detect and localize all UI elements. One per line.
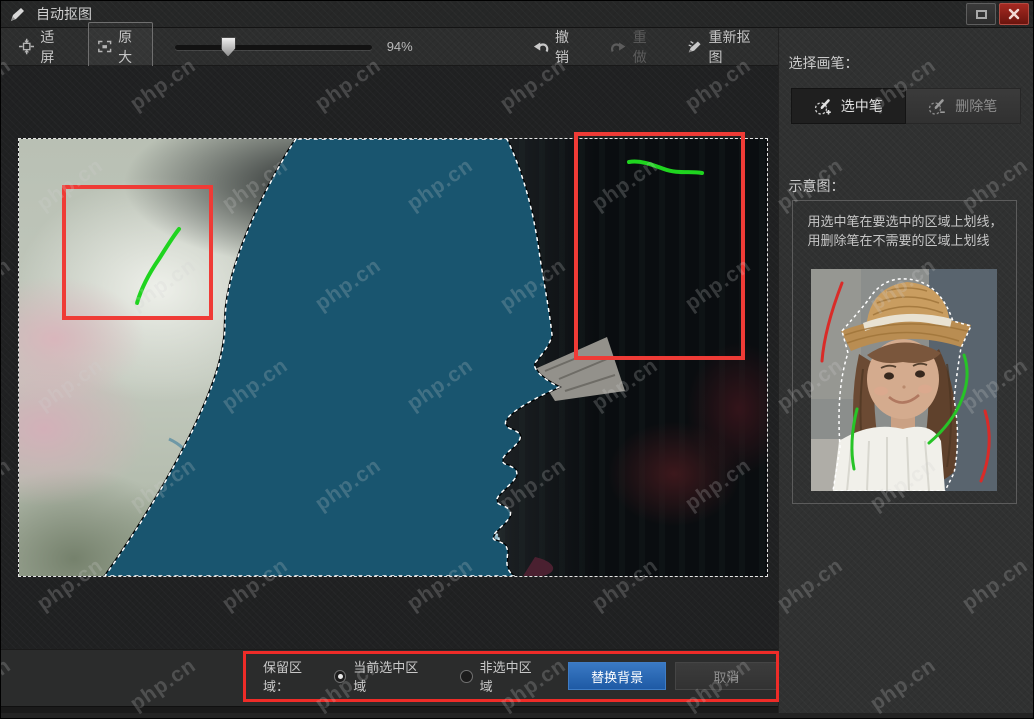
fit-screen-label: 适屏 (40, 27, 65, 67)
redo-label: 重做 (633, 27, 658, 67)
pen-buttons: 选中笔 删除笔 (791, 88, 1021, 124)
brush-section-label: 选择画笔： (789, 53, 859, 73)
radio-current-selected-label: 当前选中区域 (353, 657, 428, 695)
instruction-text: 用选中笔在要选中的区域上划线，用删除笔在不需要的区域上划线 (793, 201, 1016, 251)
example-box: 用选中笔在要选中的区域上划线，用删除笔在不需要的区域上划线 (792, 200, 1017, 504)
delete-pen-label: 删除笔 (955, 96, 997, 116)
redo-button[interactable]: 重做 (602, 23, 666, 71)
example-girl-illustration (811, 269, 997, 491)
delete-pen-button[interactable]: 删除笔 (906, 88, 1021, 124)
titlebar: 自动抠图 (1, 1, 1033, 28)
app-window: 自动抠图 适屏 (0, 0, 1034, 719)
radio-current-selected-circle[interactable] (334, 670, 347, 683)
radio-current-selected[interactable]: 当前选中区域 (334, 657, 428, 695)
selected-person-overlay (19, 139, 767, 576)
cancel-button[interactable]: 取消 (675, 662, 777, 690)
undo-icon (533, 39, 549, 55)
radio-not-selected-circle[interactable] (460, 670, 473, 683)
fit-screen-icon (19, 38, 34, 55)
fit-screen-button[interactable]: 适屏 (11, 23, 74, 71)
keep-region-label: 保留区域： (263, 657, 326, 695)
app-logo-pen-icon (9, 6, 26, 23)
radio-not-selected-label: 非选中区域 (480, 657, 542, 695)
replace-background-button[interactable]: 替换背景 (568, 662, 666, 690)
maximize-icon (976, 10, 987, 19)
right-panel: 选择画笔： 选中笔 (778, 28, 1034, 713)
photo-image[interactable] (19, 139, 767, 576)
original-size-label: 原大 (118, 27, 143, 67)
editing-canvas[interactable] (1, 66, 778, 649)
zoom-value: 94% (387, 39, 413, 54)
zoom-slider-track[interactable] (175, 45, 372, 50)
undo-button[interactable]: 撤销 (525, 23, 589, 71)
close-icon (1008, 8, 1020, 20)
toolbar: 适屏 原大 94% (1, 28, 778, 66)
example-image (811, 269, 997, 491)
original-size-button[interactable]: 原大 (88, 22, 153, 72)
select-pen-label: 选中笔 (841, 96, 883, 116)
undo-label: 撤销 (555, 27, 580, 67)
zoom-slider[interactable] (175, 36, 372, 58)
select-pen-icon (814, 97, 833, 116)
recut-button[interactable]: 重新抠图 (678, 23, 767, 71)
window-bottom-edge (1, 706, 778, 713)
recut-pen-icon (686, 38, 702, 55)
redo-icon (610, 39, 626, 55)
example-section-label: 示意图： (789, 176, 845, 196)
original-size-icon (97, 38, 112, 55)
select-pen-button[interactable]: 选中笔 (791, 88, 907, 124)
zoom-slider-thumb[interactable] (221, 37, 236, 57)
bottom-action-bar: 保留区域： 当前选中区域 非选中区域 替换背景 取消 (1, 649, 778, 706)
window-title: 自动抠图 (36, 4, 92, 24)
close-button[interactable] (999, 3, 1029, 25)
radio-not-selected[interactable]: 非选中区域 (460, 657, 542, 695)
delete-pen-icon (928, 97, 947, 116)
recut-label: 重新抠图 (709, 27, 760, 67)
maximize-button[interactable] (966, 3, 996, 25)
